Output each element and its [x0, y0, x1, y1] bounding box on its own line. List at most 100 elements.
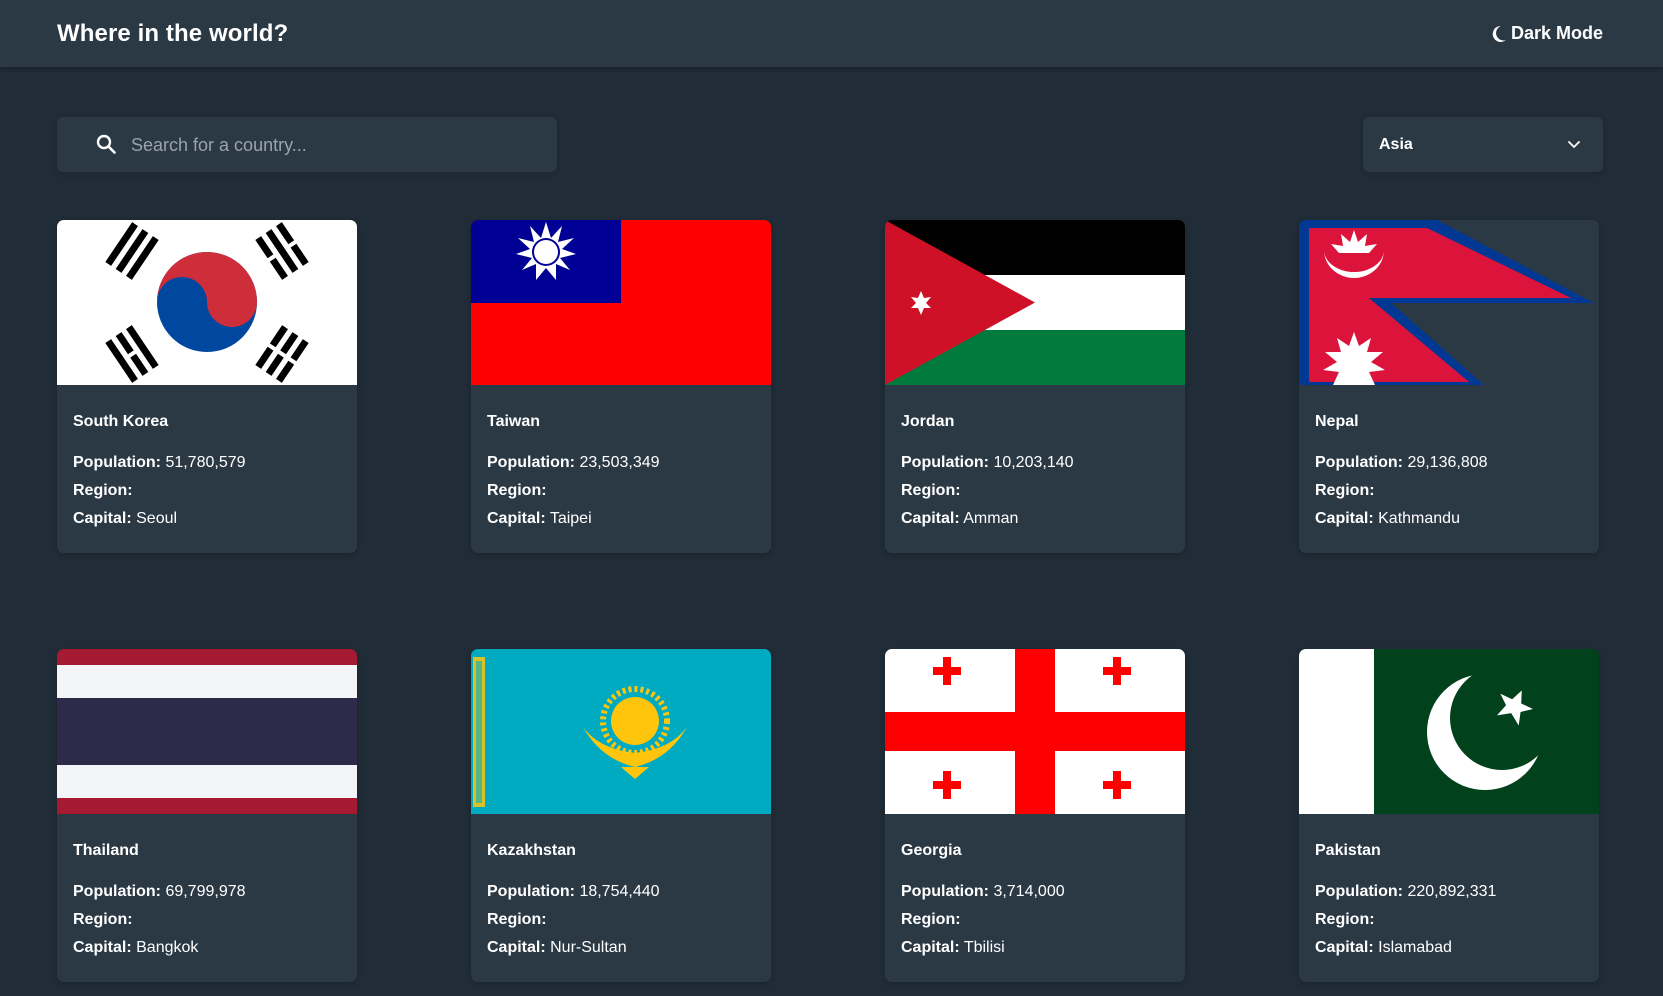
region-label: Region:: [1315, 482, 1375, 499]
capital-row: Capital: Bangkok: [73, 934, 341, 962]
country-name: South Korea: [73, 413, 169, 430]
country-name: Nepal: [1315, 413, 1359, 430]
app-header: Where in the world? Dark Mode: [0, 0, 1663, 67]
population-value: 51,780,579: [165, 454, 246, 471]
country-name: Taiwan: [487, 413, 541, 430]
population-value: 10,203,140: [993, 454, 1074, 471]
population-label: Population:: [901, 883, 989, 900]
capital-value: Amman: [963, 510, 1019, 527]
jordan-flag: [885, 220, 1185, 385]
capital-value: Kathmandu: [1378, 510, 1460, 527]
capital-row: Capital: Islamabad: [1315, 934, 1583, 962]
moon-icon: [1492, 25, 1506, 42]
population-row: Population: 10,203,140: [901, 449, 1169, 477]
thailand-flag: [57, 649, 357, 814]
capital-label: Capital:: [1315, 939, 1374, 956]
population-label: Population:: [901, 454, 989, 471]
population-value: 23,503,349: [579, 454, 660, 471]
region-row: Region:: [1315, 477, 1583, 505]
capital-label: Capital:: [487, 939, 546, 956]
country-name: Pakistan: [1315, 842, 1381, 859]
capital-row: Capital: Seoul: [73, 505, 341, 533]
population-label: Population:: [487, 454, 575, 471]
country-card[interactable]: Georgia Population: 3,714,000 Region: Ca…: [885, 649, 1185, 982]
population-row: Population: 18,754,440: [487, 878, 755, 906]
app-title: Where in the world?: [57, 19, 289, 47]
region-label: Region:: [1315, 911, 1375, 928]
region-label: Region:: [73, 482, 133, 499]
population-label: Population:: [73, 883, 161, 900]
population-row: Population: 23,503,349: [487, 449, 755, 477]
population-label: Population:: [1315, 883, 1403, 900]
country-card[interactable]: Nepal Population: 29,136,808 Region: Cap…: [1299, 220, 1599, 553]
capital-value: Taipei: [549, 510, 592, 527]
region-row: Region:: [487, 477, 755, 505]
population-row: Population: 220,892,331: [1315, 878, 1583, 906]
capital-row: Capital: Kathmandu: [1315, 505, 1583, 533]
population-row: Population: 3,714,000: [901, 878, 1169, 906]
region-label: Region:: [901, 482, 961, 499]
chevron-down-icon: [1568, 140, 1580, 148]
region-label: Region:: [901, 911, 961, 928]
capital-value: Nur-Sultan: [550, 939, 627, 956]
capital-value: Seoul: [136, 510, 178, 527]
search-input[interactable]: [129, 117, 543, 174]
region-filter-select[interactable]: Asia: [1363, 117, 1603, 172]
capital-label: Capital:: [487, 510, 546, 527]
population-value: 220,892,331: [1407, 883, 1497, 900]
country-card[interactable]: Taiwan Population: 23,503,349 Region: Ca…: [471, 220, 771, 553]
capital-label: Capital:: [1315, 510, 1374, 527]
country-name: Georgia: [901, 842, 962, 859]
population-label: Population:: [1315, 454, 1403, 471]
country-name: Kazakhstan: [487, 842, 576, 859]
country-card[interactable]: Kazakhstan Population: 18,754,440 Region…: [471, 649, 771, 982]
region-row: Region:: [73, 906, 341, 934]
population-row: Population: 51,780,579: [73, 449, 341, 477]
controls-bar: Asia: [57, 117, 1603, 174]
dark-mode-toggle[interactable]: Dark Mode: [1491, 23, 1603, 44]
country-name: Thailand: [73, 842, 139, 859]
capital-value: Islamabad: [1378, 939, 1452, 956]
region-label: Region:: [487, 911, 547, 928]
region-row: Region:: [901, 477, 1169, 505]
country-card[interactable]: Pakistan Population: 220,892,331 Region:…: [1299, 649, 1599, 982]
population-value: 29,136,808: [1407, 454, 1488, 471]
region-row: Region:: [901, 906, 1169, 934]
capital-row: Capital: Nur-Sultan: [487, 934, 755, 962]
region-row: Region:: [73, 477, 341, 505]
population-row: Population: 69,799,978: [73, 878, 341, 906]
capital-row: Capital: Taipei: [487, 505, 755, 533]
pakistan-flag: [1299, 649, 1599, 814]
population-value: 69,799,978: [165, 883, 246, 900]
country-name: Jordan: [901, 413, 955, 430]
country-card[interactable]: Jordan Population: 10,203,140 Region: Ca…: [885, 220, 1185, 553]
region-label: Region:: [73, 911, 133, 928]
search-icon: [96, 134, 116, 154]
capital-label: Capital:: [73, 939, 132, 956]
dark-mode-label: Dark Mode: [1510, 23, 1603, 43]
population-label: Population:: [487, 883, 575, 900]
capital-value: Bangkok: [136, 939, 199, 956]
region-row: Region:: [487, 906, 755, 934]
country-card[interactable]: Thailand Population: 69,799,978 Region: …: [57, 649, 357, 982]
region-label: Region:: [487, 482, 547, 499]
capital-row: Capital: Tbilisi: [901, 934, 1169, 962]
georgia-flag: [885, 649, 1185, 814]
population-value: 18,754,440: [579, 883, 660, 900]
search-box: [57, 117, 557, 174]
taiwan-flag: [471, 220, 771, 385]
population-row: Population: 29,136,808: [1315, 449, 1583, 477]
south-korea-flag: [57, 220, 357, 385]
capital-value: Tbilisi: [963, 939, 1005, 956]
nepal-flag: [1299, 220, 1599, 385]
region-row: Region:: [1315, 906, 1583, 934]
capital-label: Capital:: [901, 510, 960, 527]
country-card[interactable]: South Korea Population: 51,780,579 Regio…: [57, 220, 357, 553]
population-value: 3,714,000: [993, 883, 1065, 900]
capital-row: Capital: Amman: [901, 505, 1169, 533]
kazakhstan-flag: [471, 649, 771, 814]
population-label: Population:: [73, 454, 161, 471]
capital-label: Capital:: [73, 510, 132, 527]
region-filter-value: Asia: [1379, 135, 1413, 153]
capital-label: Capital:: [901, 939, 960, 956]
